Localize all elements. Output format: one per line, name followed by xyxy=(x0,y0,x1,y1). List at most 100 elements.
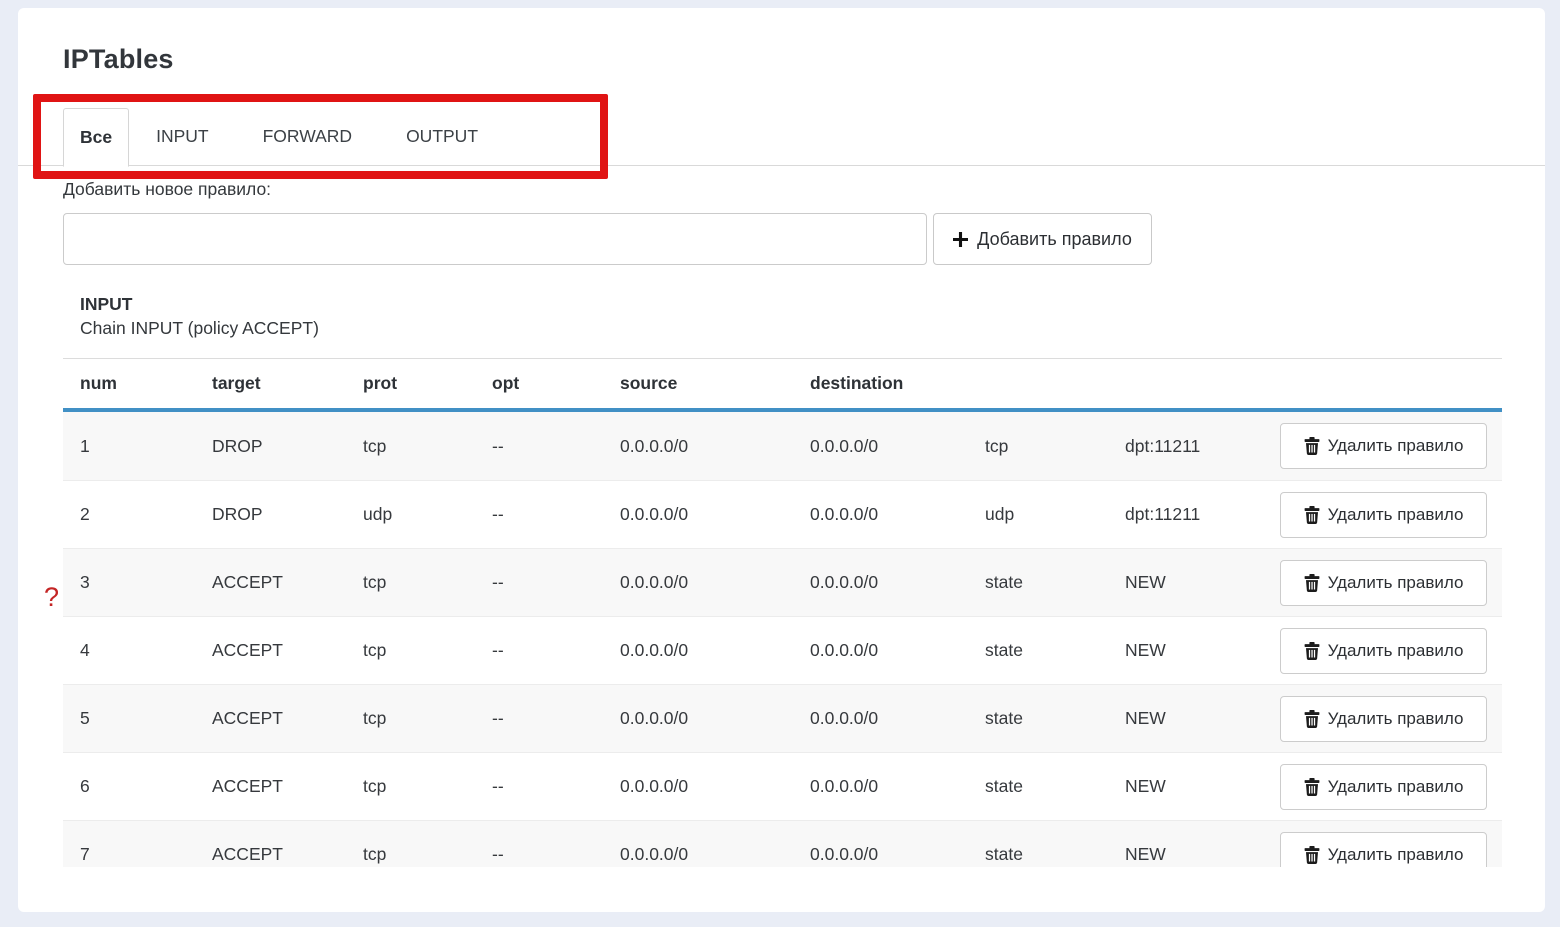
delete-rule-button[interactable]: Удалить правило xyxy=(1280,560,1487,606)
delete-rule-button-label: Удалить правило xyxy=(1328,777,1464,797)
tab-input[interactable]: INPUT xyxy=(129,108,236,165)
header-opt: opt xyxy=(475,373,603,394)
cell-opt: -- xyxy=(475,708,603,729)
cell-opt: -- xyxy=(475,436,603,457)
cell-num: 7 xyxy=(63,844,195,865)
cell-target: ACCEPT xyxy=(195,572,346,593)
table-row: 7ACCEPTtcp--0.0.0.0/00.0.0.0/0stateNEWУд… xyxy=(63,820,1502,867)
cell-extra1: state xyxy=(968,708,1108,729)
delete-rule-button[interactable]: Удалить правило xyxy=(1280,832,1487,868)
cell-prot: udp xyxy=(346,504,475,525)
red-question-mark-annotation: ? xyxy=(44,582,59,613)
cell-prot: tcp xyxy=(346,776,475,797)
cell-extra2: NEW xyxy=(1108,572,1263,593)
cell-destination: 0.0.0.0/0 xyxy=(793,504,968,525)
cell-prot: tcp xyxy=(346,436,475,457)
cell-extra2: NEW xyxy=(1108,640,1263,661)
cell-action: Удалить правило xyxy=(1263,628,1502,674)
delete-rule-button-label: Удалить правило xyxy=(1328,505,1464,525)
cell-destination: 0.0.0.0/0 xyxy=(793,572,968,593)
cell-extra1: state xyxy=(968,640,1108,661)
table-rows: 1DROPtcp--0.0.0.0/00.0.0.0/0tcpdpt:11211… xyxy=(63,412,1502,867)
delete-rule-button[interactable]: Удалить правило xyxy=(1280,423,1487,469)
cell-prot: tcp xyxy=(346,640,475,661)
cell-action: Удалить правило xyxy=(1263,832,1502,868)
table-row: 2DROPudp--0.0.0.0/00.0.0.0/0udpdpt:11211… xyxy=(63,480,1502,548)
trash-icon xyxy=(1304,437,1320,455)
page-title: IPTables xyxy=(63,44,174,75)
cell-extra1: udp xyxy=(968,504,1108,525)
header-prot: prot xyxy=(346,373,475,394)
table-row: 3ACCEPTtcp--0.0.0.0/00.0.0.0/0stateNEWУд… xyxy=(63,548,1502,616)
header-target: target xyxy=(195,373,346,394)
cell-source: 0.0.0.0/0 xyxy=(603,572,793,593)
add-rule-button[interactable]: Добавить правило xyxy=(933,213,1152,265)
delete-rule-button-label: Удалить правило xyxy=(1328,573,1464,593)
cell-extra1: tcp xyxy=(968,436,1108,457)
cell-source: 0.0.0.0/0 xyxy=(603,504,793,525)
cell-extra2: NEW xyxy=(1108,776,1263,797)
cell-extra2: dpt:11211 xyxy=(1108,504,1263,525)
cell-extra1: state xyxy=(968,844,1108,865)
table-row: 1DROPtcp--0.0.0.0/00.0.0.0/0tcpdpt:11211… xyxy=(63,412,1502,480)
plus-icon xyxy=(953,232,968,247)
delete-rule-button[interactable]: Удалить правило xyxy=(1280,628,1487,674)
cell-prot: tcp xyxy=(346,572,475,593)
delete-rule-button-label: Удалить правило xyxy=(1328,845,1464,865)
header-num: num xyxy=(63,373,195,394)
cell-source: 0.0.0.0/0 xyxy=(603,436,793,457)
trash-icon xyxy=(1304,846,1320,864)
rules-table: num target prot opt source destination 1… xyxy=(63,358,1502,867)
trash-icon xyxy=(1304,574,1320,592)
cell-target: ACCEPT xyxy=(195,708,346,729)
cell-destination: 0.0.0.0/0 xyxy=(793,640,968,661)
add-rule-label: Добавить новое правило: xyxy=(63,179,271,200)
cell-num: 4 xyxy=(63,640,195,661)
delete-rule-button[interactable]: Удалить правило xyxy=(1280,764,1487,810)
delete-rule-button[interactable]: Удалить правило xyxy=(1280,696,1487,742)
cell-action: Удалить правило xyxy=(1263,423,1502,469)
tab-bar: Все INPUT FORWARD OUTPUT xyxy=(18,108,1545,166)
cell-source: 0.0.0.0/0 xyxy=(603,640,793,661)
cell-opt: -- xyxy=(475,572,603,593)
trash-icon xyxy=(1304,778,1320,796)
cell-action: Удалить правило xyxy=(1263,560,1502,606)
tab-forward[interactable]: FORWARD xyxy=(236,108,379,165)
cell-target: ACCEPT xyxy=(195,776,346,797)
cell-opt: -- xyxy=(475,844,603,865)
trash-icon xyxy=(1304,710,1320,728)
delete-rule-button[interactable]: Удалить правило xyxy=(1280,492,1487,538)
delete-rule-button-label: Удалить правило xyxy=(1328,709,1464,729)
cell-num: 3 xyxy=(63,572,195,593)
cell-num: 5 xyxy=(63,708,195,729)
cell-source: 0.0.0.0/0 xyxy=(603,844,793,865)
chain-policy-subtitle: Chain INPUT (policy ACCEPT) xyxy=(80,318,319,339)
cell-destination: 0.0.0.0/0 xyxy=(793,436,968,457)
table-row: 6ACCEPTtcp--0.0.0.0/00.0.0.0/0stateNEWУд… xyxy=(63,752,1502,820)
tab-all[interactable]: Все xyxy=(63,108,129,167)
add-rule-button-label: Добавить правило xyxy=(977,229,1132,250)
new-rule-input[interactable] xyxy=(63,213,927,265)
cell-num: 1 xyxy=(63,436,195,457)
cell-extra2: NEW xyxy=(1108,844,1263,865)
tab-output[interactable]: OUTPUT xyxy=(379,108,505,165)
header-source: source xyxy=(603,373,793,394)
cell-target: ACCEPT xyxy=(195,844,346,865)
trash-icon xyxy=(1304,642,1320,660)
cell-destination: 0.0.0.0/0 xyxy=(793,776,968,797)
trash-icon xyxy=(1304,506,1320,524)
cell-target: DROP xyxy=(195,436,346,457)
cell-prot: tcp xyxy=(346,708,475,729)
cell-source: 0.0.0.0/0 xyxy=(603,776,793,797)
cell-opt: -- xyxy=(475,640,603,661)
cell-prot: tcp xyxy=(346,844,475,865)
cell-source: 0.0.0.0/0 xyxy=(603,708,793,729)
iptables-card: IPTables Все INPUT FORWARD OUTPUT ? Доба… xyxy=(18,8,1545,912)
cell-target: DROP xyxy=(195,504,346,525)
cell-action: Удалить правило xyxy=(1263,492,1502,538)
cell-action: Удалить правило xyxy=(1263,764,1502,810)
delete-rule-button-label: Удалить правило xyxy=(1328,436,1464,456)
cell-num: 2 xyxy=(63,504,195,525)
cell-extra2: NEW xyxy=(1108,708,1263,729)
cell-opt: -- xyxy=(475,776,603,797)
